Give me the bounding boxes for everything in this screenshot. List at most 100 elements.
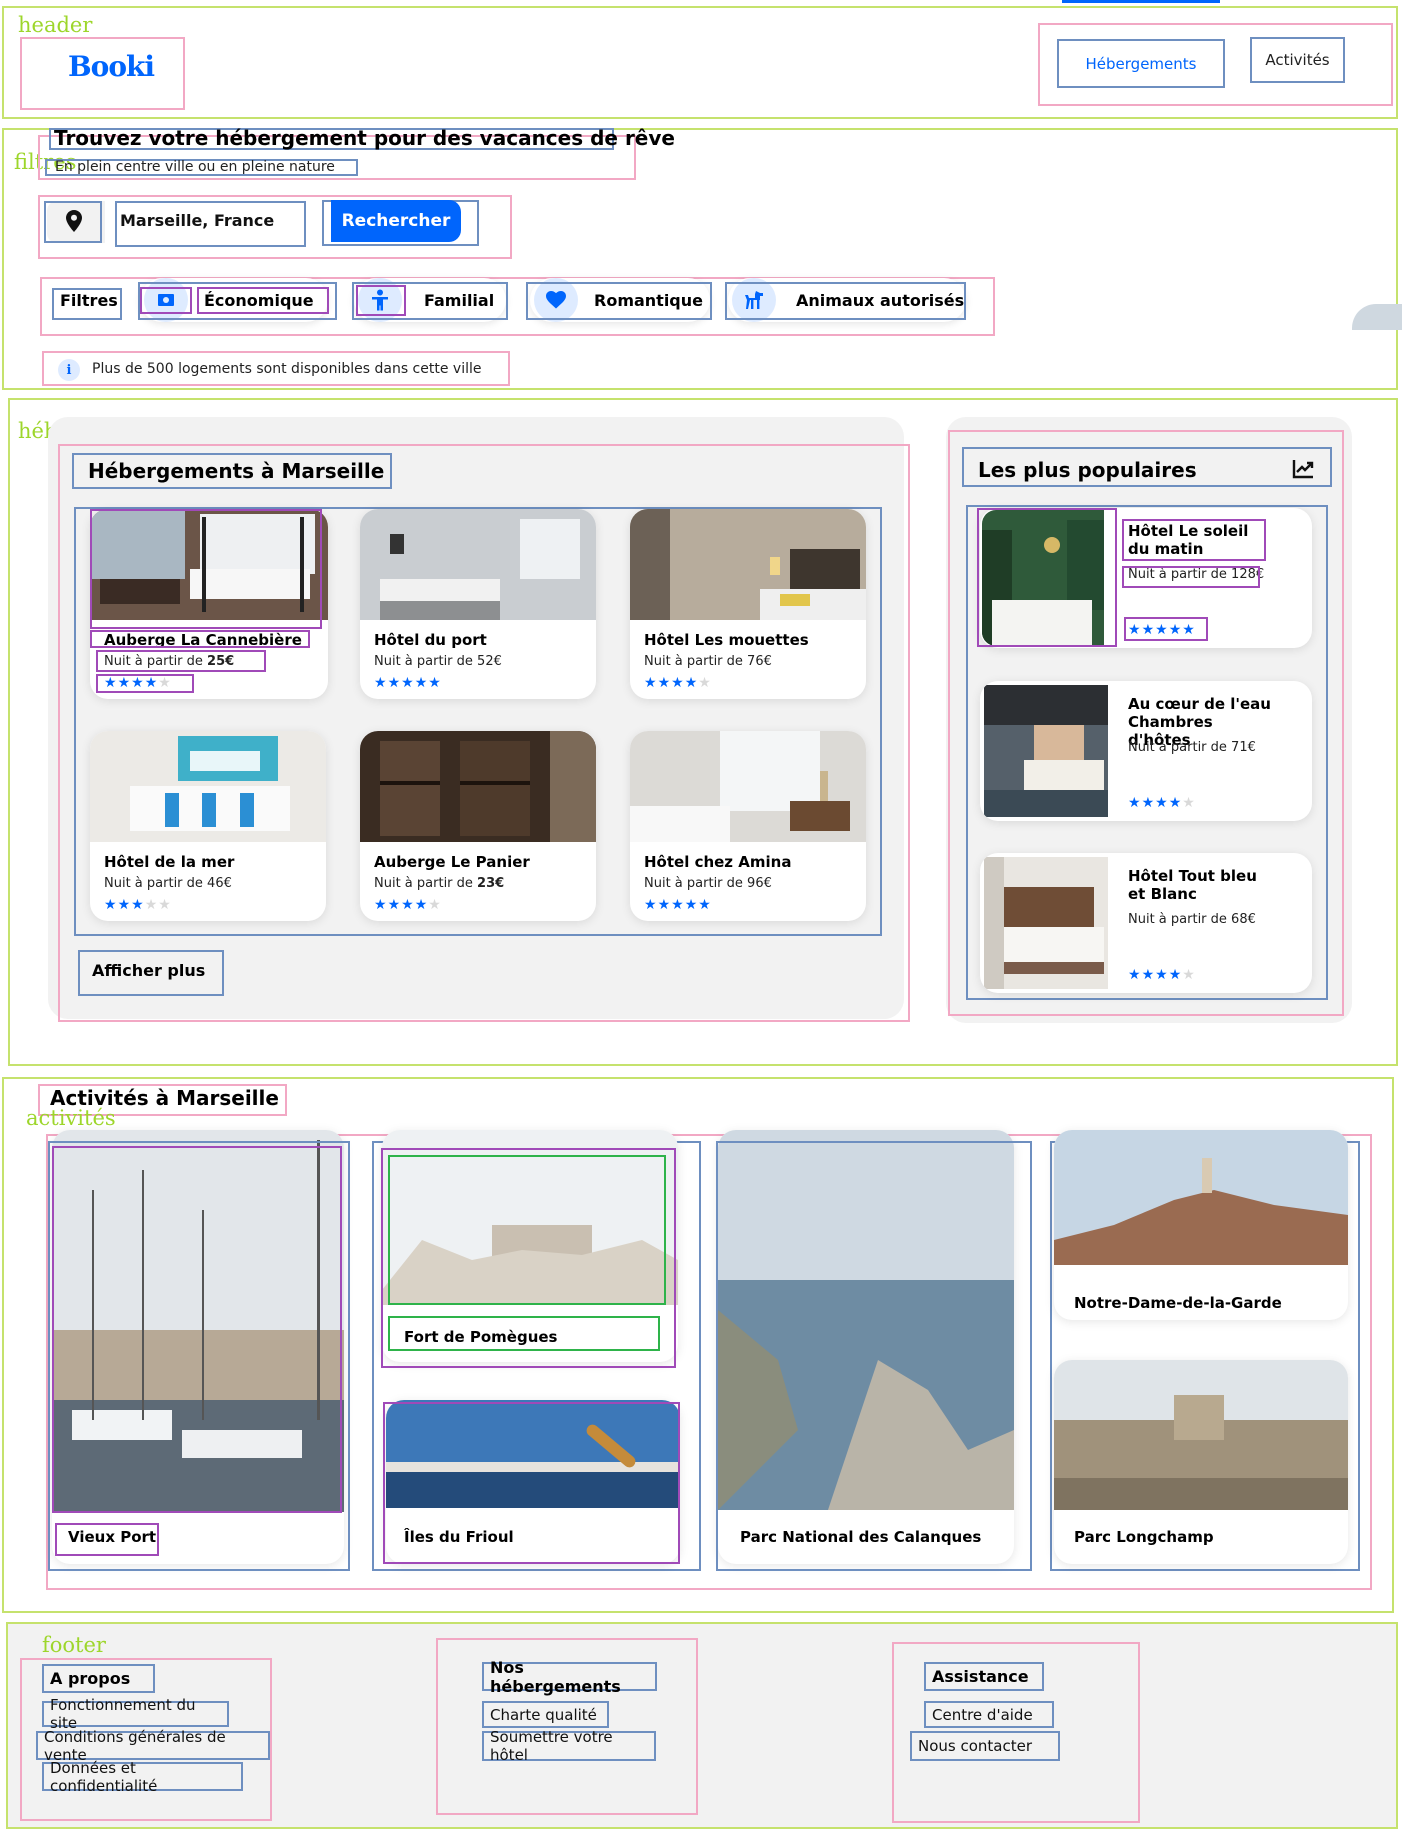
chip-economique-label-box	[197, 287, 329, 314]
logo[interactable]: Booki	[68, 50, 155, 83]
hotel-rating-box	[96, 674, 194, 693]
hotel-name-box	[90, 630, 310, 648]
page-title: Trouvez votre hébergement pour des vacan…	[54, 126, 675, 150]
star-filled-icon: ★	[1155, 967, 1168, 983]
star-filled-icon: ★	[131, 897, 144, 913]
footer-link[interactable]: Charte qualité	[482, 1701, 609, 1728]
star-empty-icon: ★	[698, 675, 711, 691]
hotel-card[interactable]: Hôtel chez Amina Nuit à partir de 96€ ★ ★…	[630, 731, 866, 921]
chip-economique-icon-box	[140, 287, 192, 314]
activity-photo	[1054, 1130, 1348, 1265]
header-section-label: header	[18, 13, 93, 37]
star-filled-icon: ★	[104, 897, 117, 913]
star-filled-icon: ★	[657, 675, 671, 691]
star-filled-icon: ★	[374, 897, 387, 913]
star-filled-icon: ★	[1168, 967, 1182, 983]
info-icon: i	[58, 359, 80, 381]
star-empty-icon: ★	[144, 897, 158, 913]
nav-hebergements[interactable]: Hébergements	[1057, 39, 1225, 88]
star-filled-icon: ★	[414, 675, 428, 691]
hotel-card[interactable]: Auberge Le Panier Nuit à partir de 23€ ★…	[360, 731, 596, 921]
star-filled-icon: ★	[698, 897, 711, 913]
hotel-price: Nuit à partir de 46€	[104, 876, 232, 891]
popular-price: Nuit à partir de 68€	[1128, 912, 1256, 927]
star-filled-icon: ★	[657, 897, 671, 913]
activities-section-label: activités	[26, 1106, 116, 1130]
star-empty-icon: ★	[158, 897, 171, 913]
hotel-photo	[360, 731, 596, 842]
accommodations-title: Hébergements à Marseille	[88, 459, 385, 483]
popular-photo-box	[977, 508, 1117, 647]
rating-stars: ★ ★ ★ ★ ★	[644, 676, 711, 690]
show-more-label: Afficher plus	[92, 961, 206, 980]
footer-link[interactable]: Conditions générales de vente	[36, 1728, 270, 1764]
star-filled-icon: ★	[374, 675, 387, 691]
activity-photo-box	[52, 1146, 342, 1513]
footer-link[interactable]: Fonctionnement du site	[42, 1696, 229, 1732]
page: header Booki Hébergements Activités filt…	[0, 0, 1402, 1833]
hotel-name: Hôtel Les mouettes	[644, 631, 809, 649]
popular-card[interactable]: Au cœur de l'eau Chambres d'hôtes Nuit à…	[980, 681, 1312, 821]
chip-animaux-box	[725, 282, 966, 320]
nav-activites[interactable]: Activités	[1250, 37, 1345, 83]
hotel-card[interactable]: Hôtel Les mouettes Nuit à partir de 76€ …	[630, 509, 866, 699]
footer-heading: A propos	[42, 1664, 155, 1693]
filters-label: Filtres	[60, 291, 118, 310]
hotel-name: Auberge Le Panier	[374, 853, 530, 871]
star-empty-icon: ★	[428, 897, 441, 913]
star-filled-icon: ★	[671, 675, 684, 691]
star-filled-icon: ★	[1155, 795, 1168, 811]
hotel-price-box	[96, 650, 266, 672]
star-filled-icon: ★	[401, 675, 414, 691]
star-filled-icon: ★	[671, 897, 684, 913]
popular-name-box	[1122, 519, 1266, 561]
activity-photo	[1054, 1360, 1348, 1510]
activity-card[interactable]: Parc Longchamp	[1054, 1360, 1348, 1564]
popular-photo	[984, 857, 1108, 989]
hotel-photo	[630, 509, 866, 620]
star-filled-icon: ★	[644, 897, 657, 913]
nav-active-indicator	[1062, 0, 1220, 3]
star-filled-icon: ★	[1141, 967, 1155, 983]
footer-heading: Assistance	[924, 1662, 1044, 1691]
hotel-price: Nuit à partir de 23€	[374, 876, 505, 891]
popular-card[interactable]: Hôtel Tout bleu et Blanc Nuit à partir d…	[980, 853, 1312, 993]
star-filled-icon: ★	[684, 675, 698, 691]
star-filled-icon: ★	[1168, 795, 1182, 811]
activity-name: Parc Longchamp	[1074, 1528, 1214, 1546]
location-pin-icon	[66, 210, 82, 232]
footer-link[interactable]: Nous contacter	[910, 1731, 1060, 1761]
rating-stars: ★ ★ ★ ★ ★	[1128, 968, 1195, 982]
hotel-name: Hôtel de la mer	[104, 853, 235, 871]
footer-heading: Nos hébergements	[482, 1658, 657, 1696]
footer-link[interactable]: Soumettre votre hôtel	[482, 1728, 656, 1764]
star-filled-icon: ★	[387, 675, 401, 691]
footer-link[interactable]: Centre d'aide	[924, 1701, 1054, 1728]
activity-photo-box	[388, 1155, 666, 1305]
hotel-price: Nuit à partir de 96€	[644, 876, 772, 891]
star-empty-icon: ★	[1182, 967, 1195, 983]
page-subtitle: En plein centre ville ou en pleine natur…	[55, 159, 335, 175]
rating-stars: ★ ★ ★ ★ ★	[1128, 796, 1195, 810]
star-filled-icon: ★	[644, 675, 657, 691]
hotel-card[interactable]: Hôtel de la mer Nuit à partir de 46€ ★ ★ ★…	[90, 731, 326, 921]
star-filled-icon: ★	[428, 675, 441, 691]
hotel-photo	[630, 731, 866, 842]
rating-stars: ★ ★ ★ ★ ★	[104, 898, 171, 912]
search-input-value: Marseille, France	[120, 211, 275, 230]
star-filled-icon: ★	[117, 897, 131, 913]
activity-card[interactable]: Notre-Dame-de-la-Garde	[1054, 1130, 1348, 1320]
star-filled-icon: ★	[387, 897, 401, 913]
star-empty-icon: ★	[1182, 795, 1195, 811]
hotel-photo	[90, 731, 326, 842]
star-filled-icon: ★	[1128, 967, 1141, 983]
popular-price-box	[1122, 566, 1260, 588]
popular-rating-box	[1124, 617, 1208, 641]
activity-card-box	[383, 1402, 680, 1564]
activity-name-box	[55, 1523, 159, 1556]
popular-title: Les plus populaires	[978, 458, 1197, 482]
footer-link[interactable]: Données et confidentialité	[42, 1759, 243, 1795]
search-button[interactable]: Rechercher	[331, 200, 461, 242]
star-filled-icon: ★	[1141, 795, 1155, 811]
hotel-card[interactable]: Hôtel du port Nuit à partir de 52€ ★ ★ ★ ★ ★	[360, 509, 596, 699]
